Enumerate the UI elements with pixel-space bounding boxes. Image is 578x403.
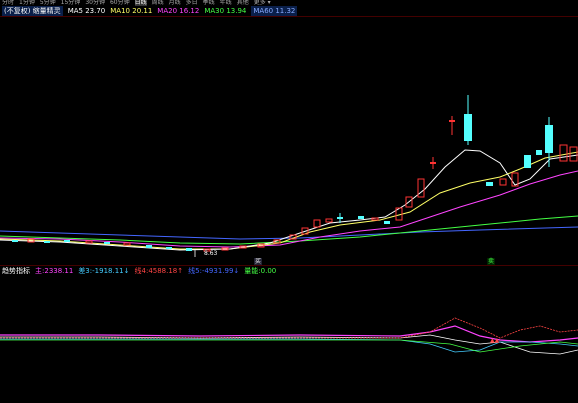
sub-item-diff: 差3:-1918.11↓ [78, 267, 130, 275]
ma5-legend: MA5 23.70 [67, 7, 106, 15]
sub-item-volume: 量能:0.00 [244, 267, 277, 275]
indicator-title[interactable]: (不复权) 缩量精灵 [2, 6, 63, 16]
candles [12, 95, 578, 252]
sub-item-line4: 线4:4588.18↑ [134, 267, 184, 275]
sub-item-main: 主:2338.11 [35, 267, 74, 275]
sub-indicator-legend: 趋势指标 主:2338.11 差3:-1918.11↓ 线4:4588.18↑ … [0, 266, 276, 276]
sub-item-line5: 线5:-4931.99↓ [188, 267, 240, 275]
price-low-label: 8.63 [204, 250, 218, 257]
ma20-legend: MA20 16.12 [157, 7, 200, 15]
ma30-legend: MA30 13.94 [204, 7, 247, 15]
sub-buy-mark: ▲▲ [490, 337, 500, 344]
ma-legend: (不复权) 缩量精灵 MA5 23.70 MA10 20.11 MA20 16.… [0, 6, 298, 16]
ma60-line [0, 226, 578, 240]
sell-marker: 卖 [487, 258, 496, 265]
ma10-line [0, 151, 578, 250]
ma10-legend: MA10 20.11 [110, 7, 153, 15]
candlestick-chart[interactable] [0, 17, 578, 265]
ma60-legend: MA60 11.32 [251, 6, 298, 16]
sub-indicator-title[interactable]: 趋势指标 [2, 266, 30, 276]
buy-marker: 买 [254, 258, 263, 265]
sub-indicator-chart[interactable]: ▲▲ [0, 280, 578, 400]
ma5-line [0, 149, 578, 251]
